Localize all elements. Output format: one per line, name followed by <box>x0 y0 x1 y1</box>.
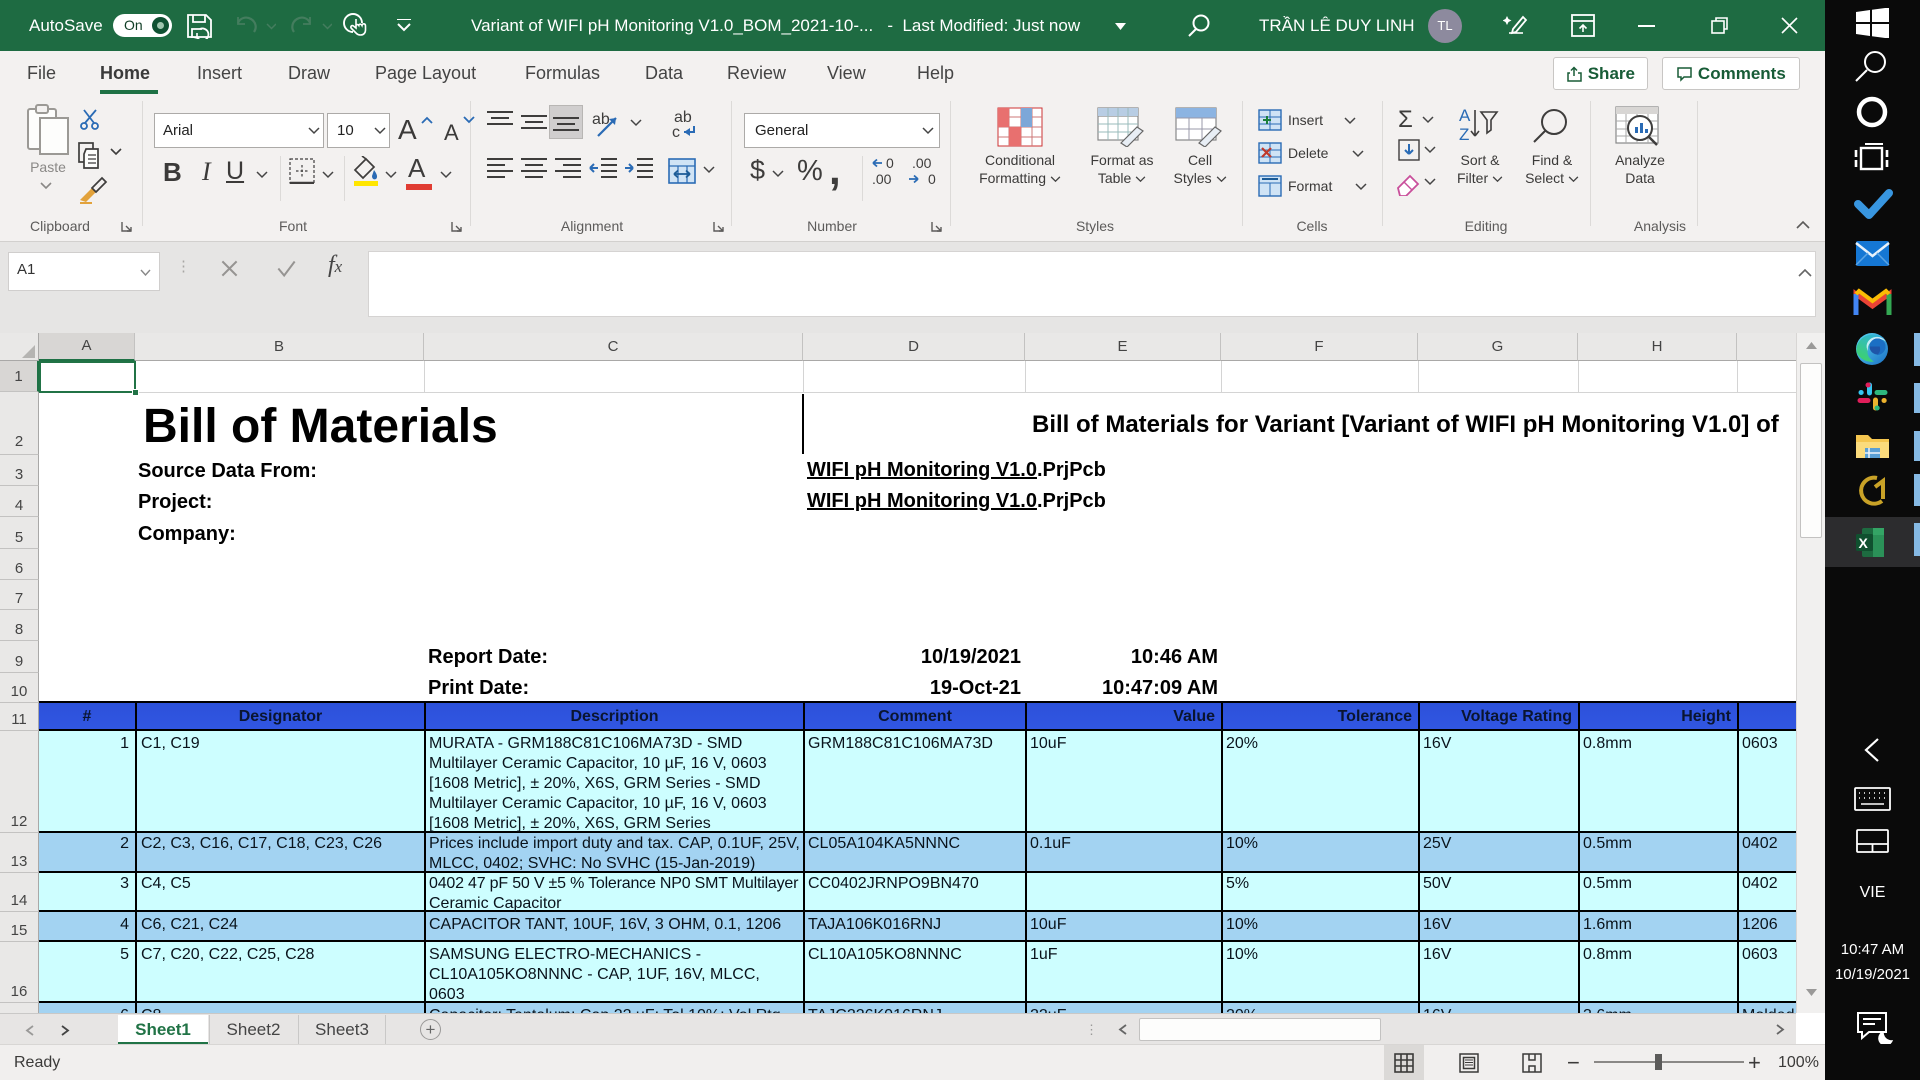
svg-text:0: 0 <box>928 171 936 186</box>
svg-text:0: 0 <box>886 156 894 171</box>
svg-text:A: A <box>1459 106 1471 125</box>
svg-text:.00: .00 <box>872 171 892 186</box>
svg-text:X: X <box>1859 535 1869 551</box>
svg-text:c: c <box>672 124 680 138</box>
svg-text:Z: Z <box>1459 125 1469 144</box>
svg-text:.00: .00 <box>912 156 932 171</box>
